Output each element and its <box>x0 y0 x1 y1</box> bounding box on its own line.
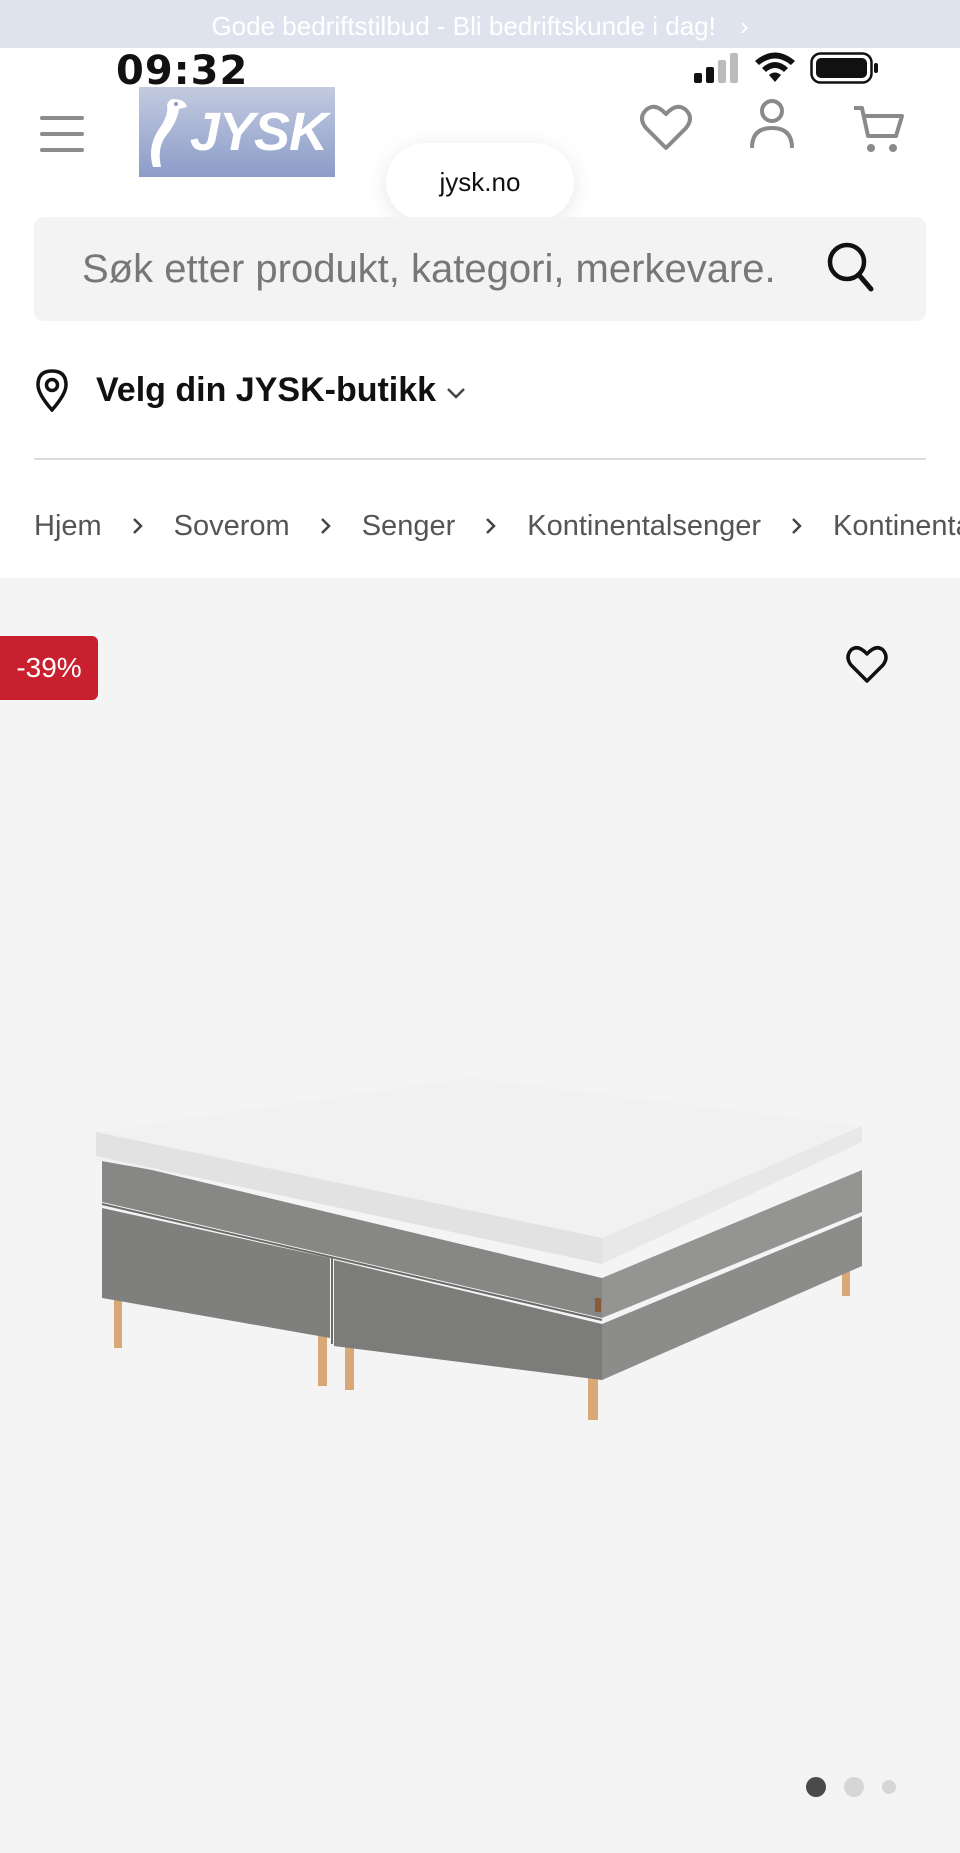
account-button[interactable] <box>748 98 796 155</box>
breadcrumb-item-current[interactable]: Kontinentalseng <box>833 510 960 543</box>
chevron-right-icon: › <box>739 11 749 41</box>
store-selector[interactable]: Velg din JYSK-butikk <box>34 360 466 420</box>
url-text: jysk.no <box>439 166 521 197</box>
breadcrumb-item-soverom[interactable]: Soverom <box>174 510 290 543</box>
product-image-bed[interactable] <box>90 1008 870 1428</box>
chevron-right-icon <box>791 517 803 535</box>
jysk-logo[interactable]: JYSK <box>139 87 335 177</box>
menu-icon-line <box>40 132 84 136</box>
bird-logo-icon <box>151 99 187 167</box>
breadcrumb-item-kontinentalsenger[interactable]: Kontinentalsenger <box>527 510 761 543</box>
add-to-wishlist-button[interactable] <box>846 644 888 689</box>
chevron-down-icon <box>447 388 465 399</box>
gallery-dot-3[interactable] <box>882 1780 896 1794</box>
search-icon[interactable] <box>826 239 876 295</box>
heart-icon <box>640 104 692 150</box>
heart-icon <box>846 646 888 683</box>
chevron-right-icon <box>132 517 144 535</box>
wishlist-button[interactable] <box>640 102 692 157</box>
search-bar[interactable] <box>34 217 926 321</box>
menu-button[interactable] <box>40 116 84 152</box>
gallery-dot-2[interactable] <box>844 1777 864 1797</box>
breadcrumb: Hjem Soverom Senger Kontinentalsenger Ko… <box>34 504 960 548</box>
user-icon <box>750 99 794 149</box>
menu-icon <box>40 116 84 120</box>
promo-banner[interactable]: Gode bedriftstilbud - Bli bedriftskunde … <box>0 0 960 48</box>
logo-text: JYSK <box>189 102 328 162</box>
store-selector-label: Velg din JYSK-butikk <box>96 370 437 409</box>
menu-icon-line <box>40 148 84 152</box>
gallery-pagination <box>806 1777 896 1797</box>
product-gallery[interactable]: -39% <box>0 578 960 1853</box>
cart-button[interactable] <box>852 104 904 159</box>
chevron-right-icon <box>320 517 332 535</box>
divider <box>34 458 926 460</box>
breadcrumb-item-hjem[interactable]: Hjem <box>34 510 102 543</box>
signal-icon <box>694 53 738 83</box>
promo-text: Gode bedriftstilbud - Bli bedriftskunde … <box>211 11 716 41</box>
breadcrumb-item-senger[interactable]: Senger <box>362 510 456 543</box>
discount-badge: -39% <box>0 636 98 700</box>
location-pin-icon <box>36 369 68 412</box>
gallery-dot-1[interactable] <box>806 1777 826 1797</box>
chevron-right-icon <box>485 517 497 535</box>
search-input[interactable] <box>82 246 842 292</box>
cart-icon <box>854 106 904 152</box>
url-bar[interactable]: jysk.no <box>386 143 574 221</box>
